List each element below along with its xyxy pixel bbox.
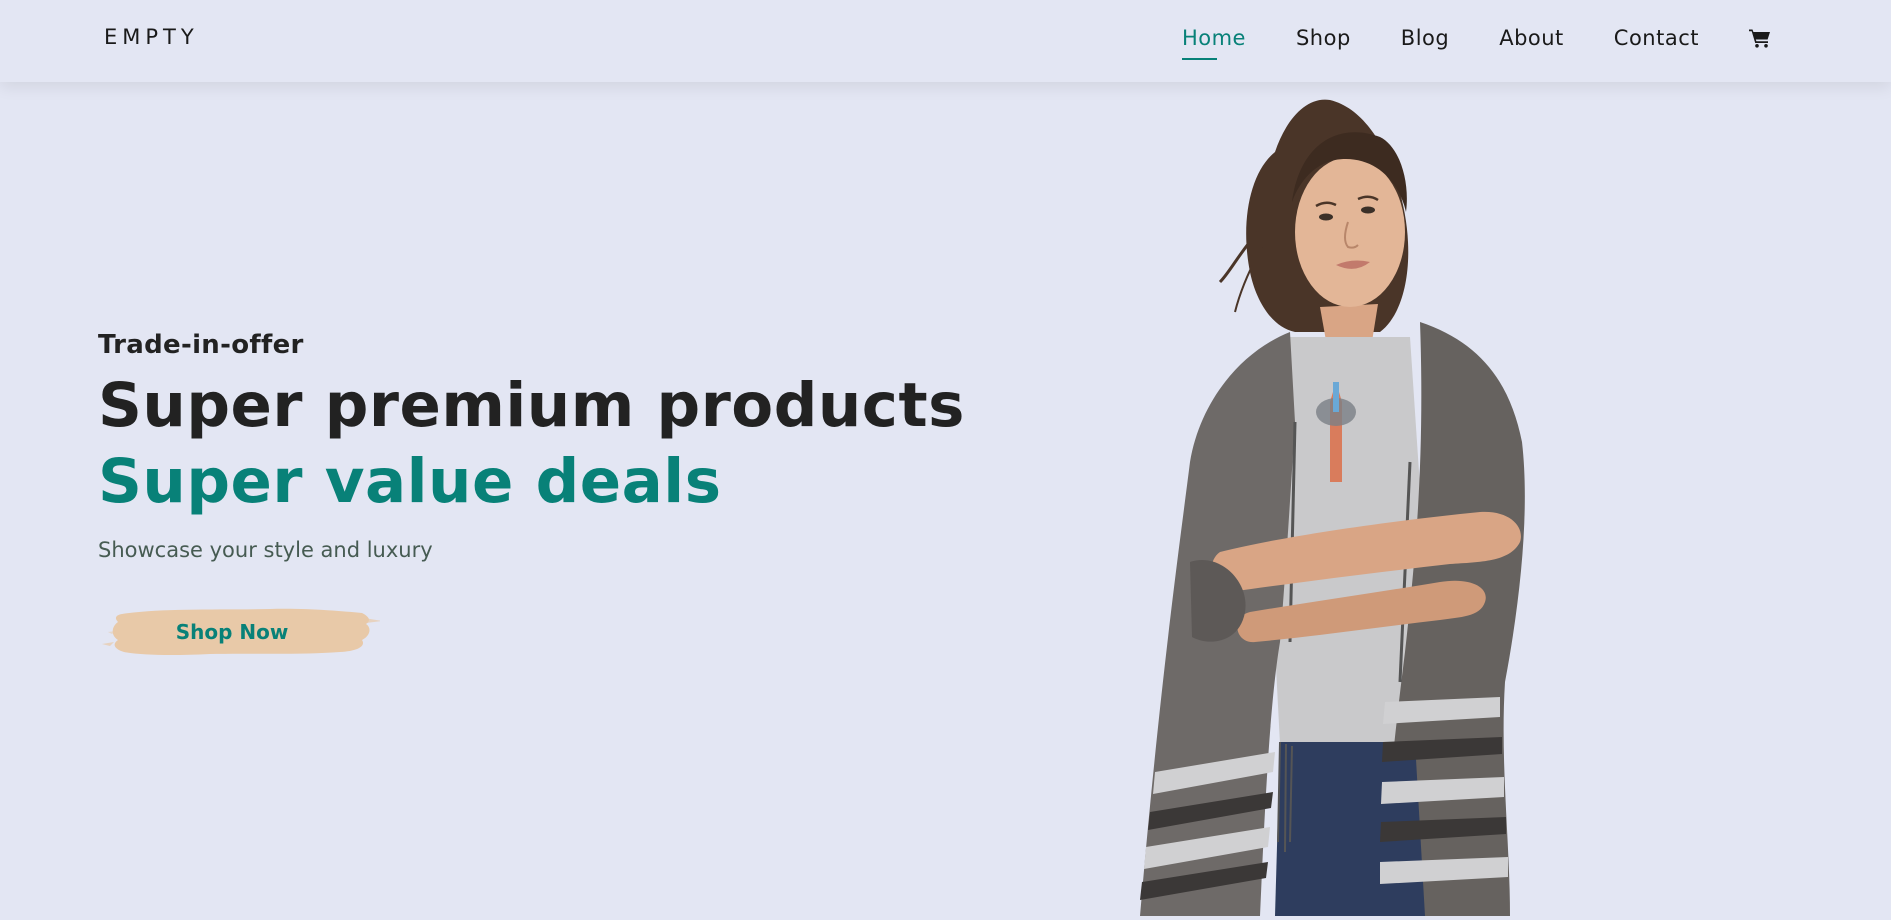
- main-navigation: Home Shop Blog About Contact: [1181, 0, 1891, 76]
- shopping-cart-icon[interactable]: [1749, 27, 1773, 49]
- hero-model-image: [1080, 82, 1640, 916]
- site-header: EMPTY Home Shop Blog About Contact: [0, 0, 1891, 82]
- hero-title: Super premium products: [98, 370, 965, 441]
- nav-link-shop[interactable]: Shop: [1296, 26, 1351, 50]
- nav-link-blog[interactable]: Blog: [1401, 26, 1449, 50]
- nav-link-about[interactable]: About: [1499, 26, 1564, 50]
- hero-section: Trade-in-offer Super premium products Su…: [98, 330, 998, 562]
- shop-now-button[interactable]: Shop Now: [100, 602, 380, 662]
- shop-now-label: Shop Now: [175, 620, 289, 644]
- nav-link-home[interactable]: Home: [1181, 26, 1246, 60]
- hero-highlight-title: Super value deals: [98, 446, 722, 517]
- hero-eyebrow: Trade-in-offer: [98, 330, 304, 360]
- nav-link-contact[interactable]: Contact: [1614, 26, 1699, 50]
- site-logo[interactable]: EMPTY: [104, 25, 199, 49]
- hero-subtitle: Showcase your style and luxury: [98, 538, 433, 562]
